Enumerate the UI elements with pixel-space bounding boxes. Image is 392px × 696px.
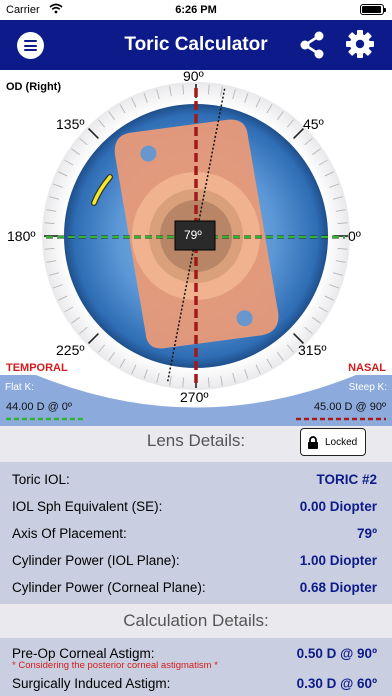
axis-label-180: 180º	[7, 228, 36, 244]
status-bar: Carrier 6:26 PM	[0, 0, 392, 20]
flat-k-label: Flat K:	[5, 382, 34, 393]
row-sph-equivalent: IOL Sph Equivalent (SE): 0.00 Diopter	[0, 492, 392, 519]
axis-label-45: 45º	[303, 116, 324, 132]
axis-of-placement-value: 79º	[357, 526, 377, 541]
axis-label-0: 0º	[348, 228, 361, 244]
axis-label-90: 90º	[183, 68, 204, 84]
axis-label-315: 315º	[298, 342, 327, 358]
row-cylinder-corneal-plane: Cylinder Power (Corneal Plane): 0.68 Dio…	[0, 573, 392, 600]
calculation-details-list: Pre-Op Corneal Astigm: 0.50 D @ 90º * Co…	[0, 638, 392, 696]
preop-corneal-astigm-value: 0.50 D @ 90º	[296, 646, 377, 661]
lock-icon	[308, 436, 318, 449]
page-title: Toric Calculator	[124, 34, 268, 55]
toric-iol-value[interactable]: TORIC #2	[316, 472, 377, 487]
gear-icon[interactable]	[345, 29, 375, 59]
calculation-details-header: Calculation Details:	[0, 604, 392, 638]
cylinder-corneal-plane-value: 0.68 Diopter	[299, 580, 377, 595]
locked-label: Locked	[325, 437, 358, 448]
lens-details-title: Lens Details:	[146, 431, 246, 450]
row-axis-of-placement: Axis Of Placement: 79º	[0, 519, 392, 546]
clock: 6:26 PM	[175, 4, 217, 16]
eye-label: OD (Right)	[6, 81, 61, 93]
temporal-label: TEMPORAL	[6, 362, 68, 374]
locked-button[interactable]: Locked	[300, 428, 366, 456]
preop-corneal-astigm-label: Pre-Op Corneal Astigm:	[12, 646, 155, 661]
surgically-induced-astigm-value: 0.30 D @ 60º	[296, 676, 377, 691]
axis-label-225: 225º	[56, 342, 85, 358]
sph-equivalent-value: 0.00 Diopter	[299, 499, 377, 514]
share-icon[interactable]	[298, 30, 326, 60]
axis-label-270: 270º	[180, 389, 209, 405]
cylinder-iol-plane-label: Cylinder Power (IOL Plane):	[12, 553, 180, 568]
surgically-induced-astigm-label: Surgically Induced Astigm:	[12, 676, 171, 691]
steep-k-label: Steep K:	[348, 382, 387, 393]
flat-k-value: 44.00 D @ 0º	[6, 401, 72, 413]
axis-label-135: 135º	[56, 116, 85, 132]
calculation-details-title: Calculation Details:	[123, 611, 269, 630]
steep-k-value: 45.00 D @ 90º	[313, 401, 386, 413]
nav-bar: Toric Calculator	[0, 20, 392, 70]
cylinder-iol-plane-value: 1.00 Diopter	[299, 553, 377, 568]
cylinder-corneal-plane-label: Cylinder Power (Corneal Plane):	[12, 580, 206, 595]
lens-details-list: Toric IOL: TORIC #2 IOL Sph Equivalent (…	[0, 462, 392, 604]
battery-icon	[360, 4, 386, 15]
axis-of-placement-label: Axis Of Placement:	[12, 526, 127, 541]
eye-diagram: OD (Right) TEMPORAL NASAL 90º 135º 45º 1…	[0, 68, 392, 426]
sph-equivalent-label: IOL Sph Equivalent (SE):	[12, 499, 163, 514]
row-toric-iol: Toric IOL: TORIC #2	[0, 465, 392, 492]
row-cylinder-iol-plane: Cylinder Power (IOL Plane): 1.00 Diopter	[0, 546, 392, 573]
posterior-astigmatism-note: * Considering the posterior corneal asti…	[12, 660, 218, 671]
center-axis-value: 79º	[184, 228, 202, 242]
toric-iol-label: Toric IOL:	[12, 472, 70, 487]
nasal-label: NASAL	[348, 362, 386, 374]
